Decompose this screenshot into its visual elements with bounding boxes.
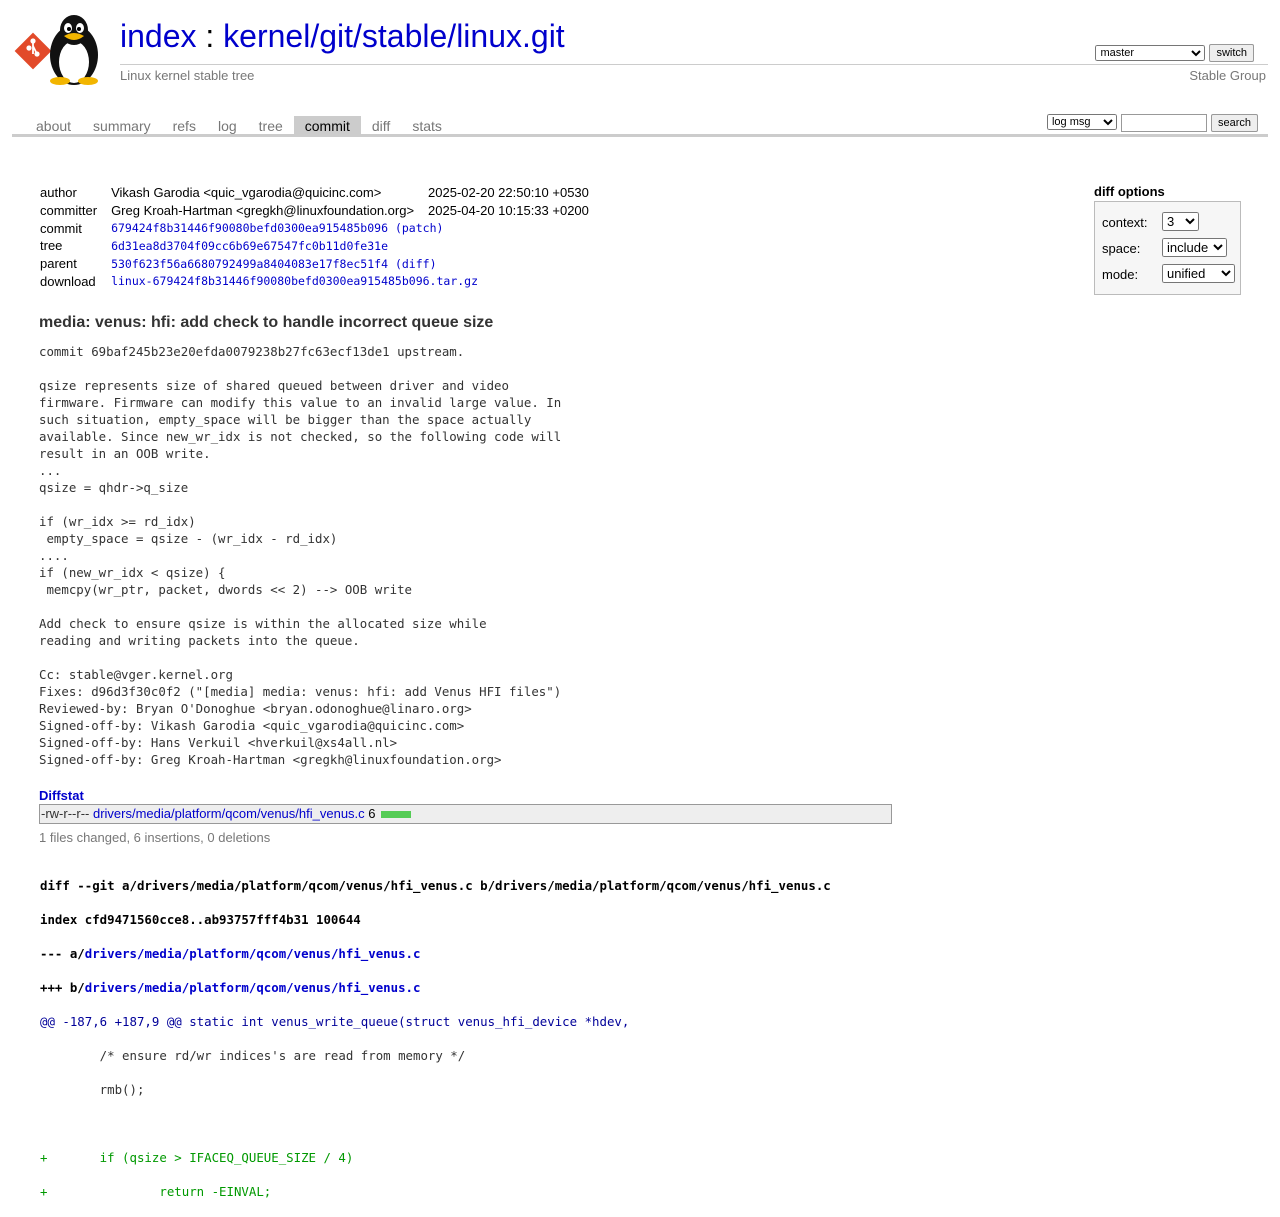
diff-added-line: + return -EINVAL; bbox=[40, 1184, 272, 1199]
tab-summary[interactable]: summary bbox=[82, 116, 162, 135]
branch-select[interactable]: master bbox=[1095, 45, 1206, 61]
diff-git-line: diff --git a/drivers/media/platform/qcom… bbox=[40, 878, 831, 893]
search-form: log msg search bbox=[1046, 114, 1258, 132]
diff-minus-prefix: --- a/ bbox=[40, 946, 85, 961]
tree-hash-cell: 6d31ea8d3704f09cc6b69e67547fc0b11d0fe31e bbox=[111, 237, 603, 255]
diff-plus-file-line: +++ b/drivers/media/platform/qcom/venus/… bbox=[40, 979, 831, 996]
committer-label: committer bbox=[40, 203, 98, 219]
diff-hunk-header: @@ -187,6 +187,9 @@ static int venus_wri… bbox=[40, 1014, 630, 1029]
download-label: download bbox=[40, 273, 96, 289]
tab-diff[interactable]: diff bbox=[361, 116, 401, 135]
commit-row: commit 679424f8b31446f90080befd0300ea915… bbox=[40, 219, 603, 237]
diff-context-line: rmb(); bbox=[40, 1082, 145, 1097]
tab-log[interactable]: log bbox=[207, 116, 248, 135]
commit-hash-cell: 679424f8b31446f90080befd0300ea915485b096… bbox=[111, 219, 603, 237]
diffstat-header-link[interactable]: Diffstat bbox=[39, 788, 84, 803]
search-input[interactable] bbox=[1120, 114, 1207, 132]
search-scope-select[interactable]: log msg bbox=[1046, 114, 1117, 130]
parent-hash-cell: 530f623f56a6680792499a8404083e17f8ec51f4… bbox=[111, 255, 603, 273]
parent-hash-link[interactable]: 530f623f56a6680792499a8404083e17f8ec51f4 bbox=[111, 257, 388, 271]
author-value: Vikash Garodia <quic_vgarodia@quicinc.co… bbox=[111, 185, 382, 201]
diff-added-line: + if (qsize > IFACEQ_QUEUE_SIZE / 4) bbox=[40, 1150, 354, 1165]
context-label: context: bbox=[1102, 215, 1148, 230]
tab-refs[interactable]: refs bbox=[162, 116, 207, 135]
tab-stats[interactable]: stats bbox=[401, 116, 453, 135]
diffstat-table: -rw-r--r-- drivers/media/platform/qcom/v… bbox=[39, 804, 892, 824]
author-label: author bbox=[40, 185, 77, 201]
author-row: author Vikash Garodia <quic_vgarodia@qui… bbox=[40, 184, 603, 202]
mode-label: mode: bbox=[1102, 267, 1139, 282]
cgit-logo[interactable] bbox=[14, 10, 110, 86]
tree-row: tree 6d31ea8d3704f09cc6b69e67547fc0b11d0… bbox=[40, 237, 603, 255]
commit-label: commit bbox=[40, 220, 82, 236]
branch-switch-form: master switch bbox=[1095, 44, 1254, 62]
parent-diff-link[interactable]: (diff) bbox=[395, 257, 437, 271]
git-logo-icon bbox=[14, 32, 52, 70]
author-date: 2025-02-20 22:50:10 +0530 bbox=[428, 185, 589, 201]
search-button[interactable]: search bbox=[1210, 114, 1258, 132]
tree-label: tree bbox=[40, 238, 63, 254]
patch-link[interactable]: (patch) bbox=[395, 221, 443, 235]
diff-minus-file-line: --- a/drivers/media/platform/qcom/venus/… bbox=[40, 945, 831, 962]
parent-label: parent bbox=[40, 256, 77, 272]
diff-context-line: /* ensure rd/wr indices's are read from … bbox=[40, 1048, 466, 1063]
space-select[interactable]: include bbox=[1162, 238, 1227, 257]
title-separator: : bbox=[196, 18, 224, 54]
download-link[interactable]: linux-679424f8b31446f90080befd0300ea9154… bbox=[111, 274, 478, 288]
diff-view: diff --git a/drivers/media/platform/qcom… bbox=[40, 860, 831, 1217]
download-row: download linux-679424f8b31446f90080befd0… bbox=[40, 272, 603, 290]
diff-options-box: context: 3 space: include mode: unified bbox=[1094, 201, 1241, 295]
diff-plus-file-link[interactable]: drivers/media/platform/qcom/venus/hfi_ve… bbox=[85, 980, 421, 995]
commit-message-body: commit 69baf245b23e20efda0079238b27fc63e… bbox=[39, 344, 562, 767]
tree-hash-link[interactable]: 6d31ea8d3704f09cc6b69e67547fc0b11d0fe31e bbox=[111, 239, 388, 253]
diff-options-panel: diff options context: 3 space: include m… bbox=[1094, 184, 1241, 295]
header-divider bbox=[120, 64, 1268, 65]
switch-button[interactable]: switch bbox=[1209, 44, 1254, 62]
diff-context-line bbox=[40, 1115, 831, 1132]
committer-date: 2025-04-20 10:15:33 +0200 bbox=[428, 203, 589, 219]
diffstat-file-link[interactable]: drivers/media/platform/qcom/venus/hfi_ve… bbox=[93, 806, 365, 821]
committer-value: Greg Kroah-Hartman <gregkh@linuxfoundati… bbox=[111, 203, 415, 219]
index-link[interactable]: index bbox=[120, 18, 197, 54]
commit-hash-link[interactable]: 679424f8b31446f90080befd0300ea915485b096 bbox=[111, 221, 388, 235]
diff-index-line: index cfd9471560cce8..ab93757fff4b31 100… bbox=[40, 912, 361, 927]
commit-subject: media: venus: hfi: add check to handle i… bbox=[39, 314, 494, 331]
diffstat-insertions-bar bbox=[381, 811, 412, 819]
diffstat-count: 6 bbox=[368, 806, 376, 821]
tab-commit[interactable]: commit bbox=[293, 116, 361, 135]
page-title: index : kernel/git/stable/linux.git bbox=[120, 16, 565, 56]
repo-description: Linux kernel stable tree bbox=[120, 68, 255, 83]
repo-link[interactable]: kernel/git/stable/linux.git bbox=[223, 18, 565, 54]
commit-info-table: author Vikash Garodia <quic_vgarodia@qui… bbox=[40, 184, 603, 290]
file-mode: -rw-r--r-- bbox=[41, 806, 90, 821]
tab-tree[interactable]: tree bbox=[248, 116, 294, 135]
parent-row: parent 530f623f56a6680792499a8404083e17f… bbox=[40, 255, 603, 273]
mode-select[interactable]: unified bbox=[1162, 264, 1235, 283]
committer-row: committer Greg Kroah-Hartman <gregkh@lin… bbox=[40, 202, 603, 220]
diff-options-header: diff options bbox=[1094, 184, 1165, 199]
space-label: space: bbox=[1102, 241, 1141, 256]
tux-penguin-icon bbox=[50, 15, 98, 85]
download-cell: linux-679424f8b31446f90080befd0300ea9154… bbox=[111, 272, 603, 290]
diffstat-summary: 1 files changed, 6 insertions, 0 deletio… bbox=[39, 830, 271, 845]
context-select[interactable]: 3 bbox=[1162, 212, 1199, 231]
diff-minus-file-link[interactable]: drivers/media/platform/qcom/venus/hfi_ve… bbox=[85, 946, 421, 961]
diff-plus-prefix: +++ b/ bbox=[40, 980, 85, 995]
tab-about[interactable]: about bbox=[25, 116, 82, 135]
repo-owner: Stable Group bbox=[1189, 68, 1266, 83]
